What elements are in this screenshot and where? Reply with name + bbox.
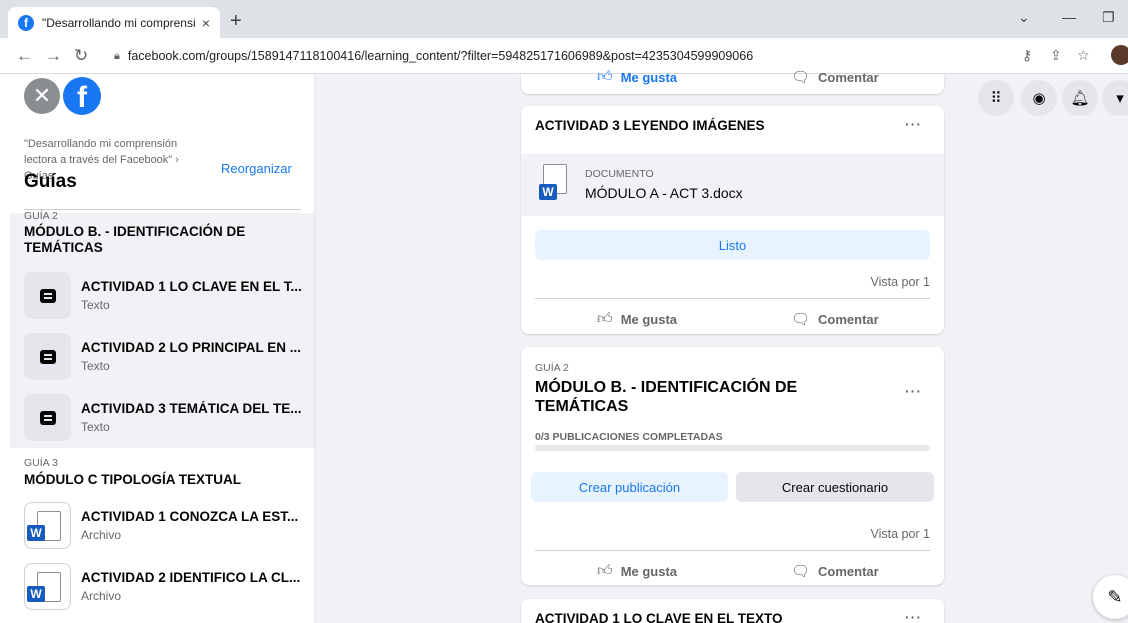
divider xyxy=(535,550,930,551)
guide-number: GUÍA 3 xyxy=(24,457,58,469)
like-button[interactable]: 👍︎ Me gusta xyxy=(597,562,677,580)
like-button[interactable]: 👍︎ Me gusta xyxy=(597,310,677,328)
guides-sidebar: ✕ f "Desarrollando mi comprensión lector… xyxy=(0,74,315,623)
tab-title: "Desarrollando mi comprensión xyxy=(42,15,196,30)
done-button[interactable]: Listo xyxy=(535,230,930,260)
like-label: Me gusta xyxy=(620,69,678,85)
word-file-icon: W xyxy=(537,162,577,208)
share-icon[interactable]: ⇪ xyxy=(1050,47,1062,64)
document-attachment[interactable]: W DOCUMENTO MÓDULO A - ACT 3.docx xyxy=(521,154,944,216)
tab-search-icon[interactable]: ⌄ xyxy=(1018,9,1030,26)
back-icon[interactable]: ← xyxy=(16,46,33,66)
comment-button[interactable]: 🗨︎ Comentar xyxy=(791,310,879,328)
list-item[interactable]: W ACTIVIDAD 2 IDENTIFICO LA CL... Archiv… xyxy=(24,563,309,615)
guide-card-modulo-b: GUÍA 2 MÓDULO B. - IDENTIFICACIÓN DE TEM… xyxy=(521,347,944,585)
list-item-type: Texto xyxy=(81,420,110,434)
thumbs-up-icon: 👍︎ xyxy=(597,68,613,85)
comment-label: Comentar xyxy=(818,563,879,579)
comment-button[interactable]: 🗨︎ Comentar xyxy=(791,562,879,580)
comment-label: Comentar xyxy=(818,311,879,327)
guide-number: GUÍA 2 xyxy=(535,362,569,374)
like-button-active[interactable]: 👍︎ Me gusta xyxy=(597,68,677,86)
list-item-type: Texto xyxy=(81,359,110,373)
more-options-icon[interactable]: ··· xyxy=(905,116,922,132)
text-post-icon xyxy=(24,333,71,380)
facebook-favicon-icon: f xyxy=(18,14,34,31)
like-label: Me gusta xyxy=(620,563,678,579)
view-count[interactable]: Vista por 1 xyxy=(870,527,930,541)
view-count[interactable]: Vista por 1 xyxy=(870,275,930,289)
list-item-title: ACTIVIDAD 1 CONOZCA LA EST... xyxy=(81,509,299,524)
post-card-actividad-1: ACTIVIDAD 1 LO CLAVE EN EL TEXTO ··· xyxy=(521,599,944,623)
list-item-type: Archivo xyxy=(81,528,122,542)
guide-name[interactable]: MÓDULO B. - IDENTIFICACIÓN DE TEMÁTICAS xyxy=(24,224,294,256)
list-item-title: ACTIVIDAD 2 IDENTIFICO LA CL... xyxy=(81,570,301,585)
comment-button[interactable]: 🗨︎ Comentar xyxy=(791,68,879,86)
progress-bar xyxy=(535,445,930,451)
list-item[interactable]: ACTIVIDAD 3 TEMÁTICA DEL TE... Texto xyxy=(24,394,309,446)
lock-icon: 🔒︎ xyxy=(114,49,120,62)
create-post-button[interactable]: Crear publicación xyxy=(531,472,728,502)
url-text: facebook.com/groups/1589147118100416/lea… xyxy=(127,49,754,63)
list-item-title: ACTIVIDAD 3 TEMÁTICA DEL TE... xyxy=(81,401,302,416)
comment-icon: 🗨︎ xyxy=(791,69,811,86)
attachment-label: DOCUMENTO xyxy=(585,168,654,180)
list-item-type: Texto xyxy=(81,298,110,312)
comment-icon: 🗨︎ xyxy=(791,563,811,580)
previous-post-card: 👍︎ Me gusta 🗨︎ Comentar xyxy=(521,68,944,94)
more-options-icon[interactable]: ··· xyxy=(905,383,922,399)
reload-icon[interactable]: ↻ xyxy=(74,46,88,66)
page-title: Guías xyxy=(24,171,77,192)
list-item-title: ACTIVIDAD 1 LO CLAVE EN EL T... xyxy=(81,279,302,294)
word-file-icon: W xyxy=(24,563,71,610)
new-tab-button[interactable]: + xyxy=(230,10,242,33)
list-item[interactable]: ACTIVIDAD 1 LO CLAVE EN EL T... Texto xyxy=(24,272,309,324)
guide-title: MÓDULO B. - IDENTIFICACIÓN DE TEMÁTICAS xyxy=(535,379,798,415)
tab-close-icon[interactable]: × xyxy=(202,15,210,31)
list-item[interactable]: ACTIVIDAD 2 LO PRINCIPAL EN ... Texto xyxy=(24,333,309,385)
post-title: ACTIVIDAD 1 LO CLAVE EN EL TEXTO xyxy=(535,611,783,623)
comment-icon: 🗨︎ xyxy=(791,311,811,328)
like-label: Me gusta xyxy=(620,311,678,327)
facebook-logo-icon[interactable]: f xyxy=(63,77,101,115)
text-post-icon xyxy=(24,394,71,441)
divider xyxy=(535,298,930,299)
account-chevron-icon[interactable]: ▾ xyxy=(1102,80,1128,116)
word-file-icon: W xyxy=(24,502,71,549)
notifications-bell-icon[interactable]: 🔔︎ xyxy=(1062,80,1098,116)
profile-avatar[interactable] xyxy=(1111,45,1128,65)
more-options-icon[interactable]: ··· xyxy=(905,609,922,623)
list-item-title: ACTIVIDAD 2 LO PRINCIPAL EN ... xyxy=(81,340,302,355)
bookmark-star-icon[interactable]: ☆ xyxy=(1077,47,1090,64)
thumbs-up-icon: 👍︎ xyxy=(597,562,613,579)
compose-message-icon[interactable]: ✎ xyxy=(1093,575,1128,619)
url-field[interactable]: 🔒︎ facebook.com/groups/1589147118100416/… xyxy=(102,43,1007,69)
attachment-name: MÓDULO A - ACT 3.docx xyxy=(585,185,743,201)
comment-label: Comentar xyxy=(818,69,879,85)
messenger-icon[interactable]: ◉ xyxy=(1021,80,1057,116)
forward-icon[interactable]: → xyxy=(45,46,62,66)
list-item-type: Archivo xyxy=(81,589,122,603)
thumbs-up-icon: 👍︎ xyxy=(597,310,613,327)
guide-name[interactable]: MÓDULO C TIPOLOGÍA TEXTUAL xyxy=(24,472,294,488)
create-quiz-button[interactable]: Crear cuestionario xyxy=(736,472,934,502)
minimize-icon[interactable]: — xyxy=(1062,9,1076,25)
key-icon[interactable]: ⚷ xyxy=(1022,47,1032,64)
divider xyxy=(24,209,301,210)
browser-tab-bar: f "Desarrollando mi comprensión × + ⌄ — … xyxy=(0,0,1128,38)
post-card-actividad-3: ACTIVIDAD 3 LEYENDO IMÁGENES ··· W DOCUM… xyxy=(521,106,944,334)
guide-number: GUÍA 2 xyxy=(24,210,58,222)
restore-icon[interactable]: ❐ xyxy=(1102,9,1115,26)
progress-text: 0/3 PUBLICACIONES COMPLETADAS xyxy=(535,431,723,443)
text-post-icon xyxy=(24,272,71,319)
list-item[interactable]: W ACTIVIDAD 1 CONOZCA LA EST... Archivo xyxy=(24,502,309,554)
post-title: ACTIVIDAD 3 LEYENDO IMÁGENES xyxy=(535,118,765,133)
browser-tab[interactable]: f "Desarrollando mi comprensión × xyxy=(8,7,220,38)
reorganize-button[interactable]: Reorganizar xyxy=(221,161,292,176)
close-icon[interactable]: ✕ xyxy=(24,78,60,114)
address-bar: ← → ↻ 🔒︎ facebook.com/groups/15891471181… xyxy=(0,38,1128,74)
menu-grid-icon[interactable]: ⠿ xyxy=(978,80,1014,116)
